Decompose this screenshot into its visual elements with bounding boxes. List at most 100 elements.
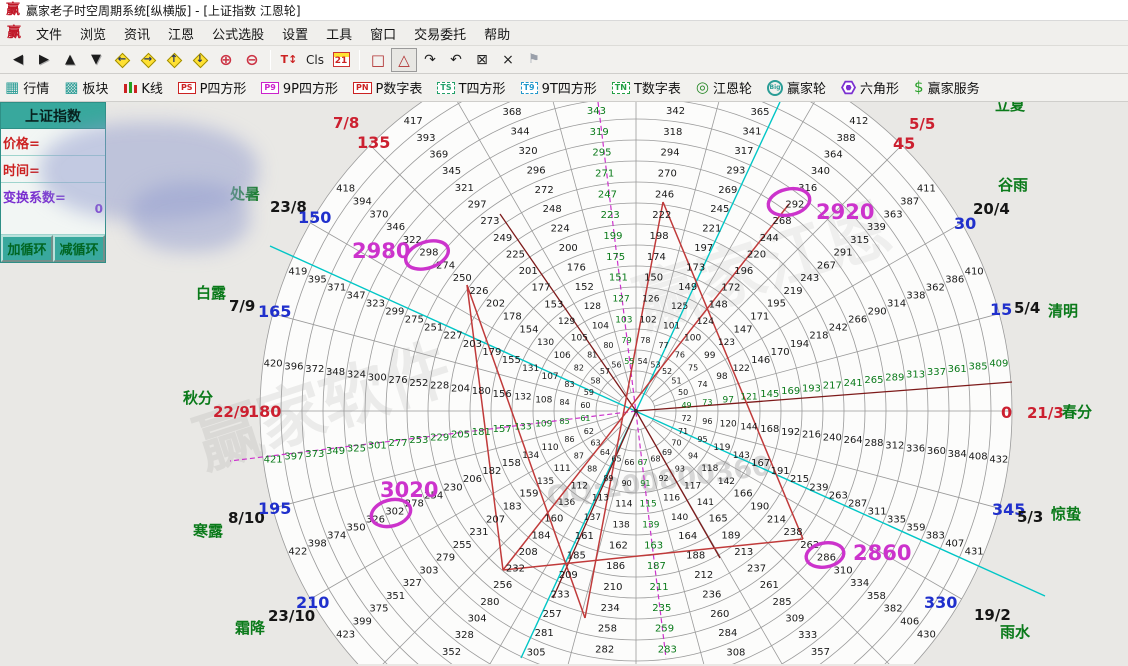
shift-down-button[interactable]: ↓ bbox=[187, 48, 213, 72]
wheel-number: 282 bbox=[595, 644, 614, 655]
wheel-number: 132 bbox=[514, 393, 531, 403]
wheel-number: 266 bbox=[848, 315, 867, 326]
tool-p-number-table[interactable]: PNP数字表 bbox=[353, 78, 422, 97]
app-logo-icon: 赢 bbox=[7, 26, 21, 40]
cls-icon: Cls bbox=[306, 53, 324, 67]
outer-label-寒露: 寒露 bbox=[193, 522, 224, 540]
price-label-2980[interactable]: 2980 bbox=[352, 239, 410, 263]
wheel-number: 296 bbox=[527, 165, 546, 176]
tool-quotes[interactable]: ▦行情 bbox=[5, 78, 49, 97]
shift-up-button[interactable]: ↑ bbox=[161, 48, 187, 72]
shift-right-button[interactable]: → bbox=[135, 48, 161, 72]
tool-winner-service[interactable]: $赢家服务 bbox=[914, 78, 980, 97]
outer-label-惊蛰: 惊蛰 bbox=[1051, 505, 1081, 523]
menu-文件[interactable]: 文件 bbox=[27, 21, 71, 46]
calendar-button[interactable]: 21 bbox=[328, 48, 354, 72]
select-box-button[interactable]: ⊠ bbox=[469, 48, 495, 72]
wheel-number: 158 bbox=[502, 458, 521, 469]
wheel-number: 229 bbox=[430, 432, 449, 443]
menu-公式选股[interactable]: 公式选股 bbox=[203, 21, 273, 46]
gann-wheel-canvas[interactable]: QQ:200800360赢家软件赢家江恩49505152535455565758… bbox=[0, 102, 1128, 664]
wheel-number: 76 bbox=[675, 350, 685, 359]
menu-窗口[interactable]: 窗口 bbox=[361, 21, 405, 46]
wheel-number: 168 bbox=[760, 424, 779, 435]
tool-9t-square[interactable]: T99T四方形 bbox=[521, 78, 597, 97]
tool-sectors[interactable]: ▩板块 bbox=[64, 78, 108, 97]
zoom-in-button[interactable]: ⊕ bbox=[213, 48, 239, 72]
wheel-number: 60 bbox=[580, 401, 590, 410]
wheel-number: 336 bbox=[906, 443, 925, 454]
tool-winner-wheel[interactable]: Big赢家轮 bbox=[767, 78, 826, 97]
wheel-number: 65 bbox=[611, 455, 621, 464]
wheel-number: 57 bbox=[600, 367, 610, 376]
wheel-number: 237 bbox=[747, 564, 766, 575]
wheel-number: 382 bbox=[883, 604, 902, 615]
menu-江恩[interactable]: 江恩 bbox=[159, 21, 203, 46]
menu-交易委托[interactable]: 交易委托 bbox=[405, 21, 475, 46]
tool-hexagon[interactable]: 六角形 bbox=[841, 78, 899, 97]
t-square-icon: TS bbox=[437, 82, 454, 94]
wheel-number: 131 bbox=[522, 364, 539, 374]
wheel-number: 248 bbox=[543, 204, 562, 215]
tool-t-number-table[interactable]: TNT数字表 bbox=[612, 78, 681, 97]
wheel-number: 58 bbox=[590, 376, 600, 385]
add-cycle-button[interactable]: 加循环 bbox=[1, 235, 53, 262]
triangle-tool-button[interactable]: △ bbox=[391, 48, 417, 72]
tool-quotes-label: 行情 bbox=[23, 78, 49, 97]
wheel-number: 142 bbox=[718, 477, 735, 487]
shift-left-button[interactable]: ← bbox=[109, 48, 135, 72]
menu-帮助[interactable]: 帮助 bbox=[475, 21, 519, 46]
menu-资讯[interactable]: 资讯 bbox=[115, 21, 159, 46]
shift-up-icon: ↑ bbox=[170, 54, 178, 65]
wheel-number: 106 bbox=[554, 351, 571, 361]
menu-浏览[interactable]: 浏览 bbox=[71, 21, 115, 46]
menu-设置[interactable]: 设置 bbox=[273, 21, 317, 46]
t-updown-icon: T↕ bbox=[281, 53, 298, 66]
price-label-3020[interactable]: 3020 bbox=[380, 478, 438, 502]
wheel-number: 78 bbox=[640, 336, 650, 345]
tool-gann-wheel[interactable]: ◎江恩轮 bbox=[696, 78, 752, 97]
nav-left-button[interactable]: ◀ bbox=[5, 48, 31, 72]
nav-up-button[interactable]: ▲ bbox=[57, 48, 83, 72]
tool-9t-square-label: 9T四方形 bbox=[542, 78, 597, 97]
wheel-number: 250 bbox=[453, 273, 472, 284]
p-square-icon: PS bbox=[178, 82, 196, 94]
price-label-2920[interactable]: 2920 bbox=[816, 200, 874, 224]
wheel-number: 205 bbox=[451, 430, 470, 441]
square-tool-button[interactable]: □ bbox=[365, 48, 391, 72]
tool-9p-square[interactable]: P99P四方形 bbox=[261, 78, 338, 97]
wheel-number: 182 bbox=[482, 466, 501, 477]
zoom-out-button[interactable]: ⊖ bbox=[239, 48, 265, 72]
wheel-number: 173 bbox=[686, 262, 705, 273]
collapse-button[interactable]: × bbox=[495, 48, 521, 72]
clear-flag-button[interactable]: ⚑ bbox=[521, 48, 547, 72]
price-label-2860[interactable]: 2860 bbox=[853, 541, 911, 565]
cls-button[interactable]: Cls bbox=[302, 48, 328, 72]
wheel-number: 347 bbox=[347, 291, 366, 302]
outer-label-330: 330 bbox=[924, 593, 957, 612]
wheel-number: 157 bbox=[493, 424, 512, 435]
tool-kline[interactable]: K线 bbox=[123, 78, 163, 97]
nav-right-button[interactable]: ▶ bbox=[31, 48, 57, 72]
wheel-number: 244 bbox=[760, 233, 779, 244]
wheel-number: 337 bbox=[927, 367, 946, 378]
wheel-number: 277 bbox=[389, 438, 408, 449]
wheel-number: 369 bbox=[429, 149, 448, 160]
wheel-number: 242 bbox=[829, 323, 848, 334]
wheel-number: 251 bbox=[424, 323, 443, 334]
rotate-cw-button[interactable]: ↷ bbox=[417, 48, 443, 72]
tool-p-square[interactable]: PSP四方形 bbox=[178, 78, 246, 97]
wheel-number: 371 bbox=[327, 283, 346, 294]
winner-wheel-icon: Big bbox=[767, 80, 783, 96]
wheel-number: 238 bbox=[784, 527, 803, 538]
rotate-ccw-button[interactable]: ↶ bbox=[443, 48, 469, 72]
menu-工具[interactable]: 工具 bbox=[317, 21, 361, 46]
subtract-cycle-button[interactable]: 减循环 bbox=[53, 235, 105, 262]
tool-t-square[interactable]: TST四方形 bbox=[437, 78, 505, 97]
coefficient-label: 变换系数= bbox=[3, 191, 66, 206]
wheel-number: 197 bbox=[694, 243, 713, 254]
nav-down-button[interactable]: ▼ bbox=[83, 48, 109, 72]
wheel-number: 410 bbox=[965, 266, 984, 277]
t-updown-button[interactable]: T↕ bbox=[276, 48, 302, 72]
coefficient-row: 变换系数= 0 bbox=[1, 183, 105, 235]
